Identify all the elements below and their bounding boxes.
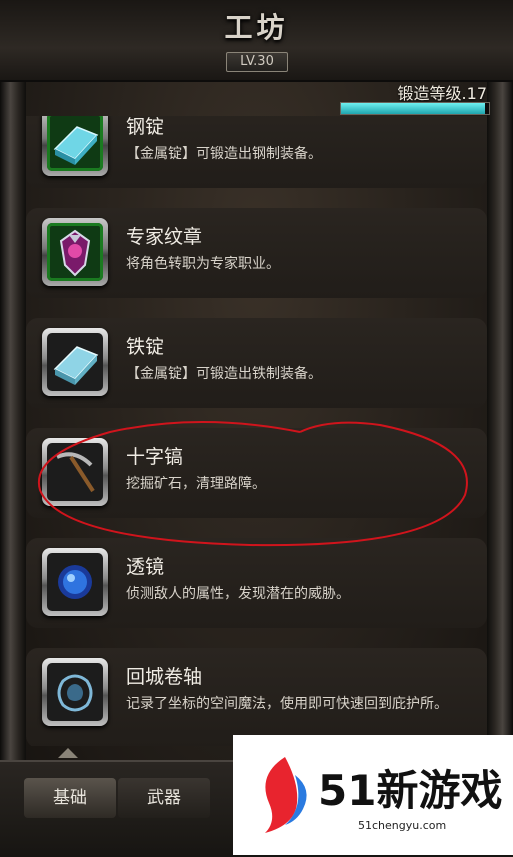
item-name: 十字镐 <box>126 446 184 468</box>
watermark-domain: 51chengyu.com <box>358 819 447 832</box>
item-icon-frame <box>42 218 108 286</box>
item-name: 回城卷轴 <box>126 666 203 688</box>
right-border-ornament <box>487 0 513 855</box>
item-list[interactable]: 钢锭 【金属锭】可锻造出钢制装备。 专家纹章 将角色转职为专家职业。 铁锭 【金… <box>26 116 487 746</box>
item-name: 专家纹章 <box>126 226 203 248</box>
item-desc: 挖掘矿石，清理路障。 <box>126 476 266 492</box>
forge-level-label: 锻造等级.17 <box>397 84 487 103</box>
iron-ingot-icon <box>53 346 99 385</box>
item-icon-frame <box>42 328 108 396</box>
pickaxe-icon <box>56 452 95 493</box>
tab-basic[interactable]: 基础 <box>24 778 116 818</box>
watermark-brand: 51新游戏 <box>318 766 503 815</box>
lens-icon <box>58 565 92 599</box>
forge-progress-bar <box>340 102 490 115</box>
item-icon-frame <box>42 116 108 176</box>
return-scroll-icon <box>57 674 93 712</box>
item-name: 铁锭 <box>126 336 165 358</box>
list-item[interactable]: 十字镐 挖掘矿石，清理路障。 <box>26 428 487 518</box>
item-desc: 侦测敌人的属性，发现潜在的威胁。 <box>126 586 350 602</box>
item-icon-frame <box>42 438 108 506</box>
page-title: 工坊 <box>224 11 289 44</box>
scroll-up-indicator <box>58 748 78 758</box>
forge-progress-fill <box>341 103 485 114</box>
item-icon-frame <box>42 548 108 616</box>
list-item[interactable]: 钢锭 【金属锭】可锻造出钢制装备。 <box>26 116 487 188</box>
tab-weapons[interactable]: 武器 <box>118 778 210 818</box>
item-desc: 【金属锭】可锻造出钢制装备。 <box>126 146 322 162</box>
list-item[interactable]: 专家纹章 将角色转职为专家职业。 <box>26 208 487 298</box>
list-item[interactable]: 铁锭 【金属锭】可锻造出铁制装备。 <box>26 318 487 408</box>
item-name: 钢锭 <box>126 116 165 138</box>
item-desc: 【金属锭】可锻造出铁制装备。 <box>126 366 322 382</box>
left-border-ornament <box>0 0 26 855</box>
item-name: 透镜 <box>126 556 165 578</box>
item-desc: 记录了坐标的空间魔法，使用即可快速回到庇护所。 <box>126 696 448 712</box>
level-badge: LV.30 <box>226 52 288 72</box>
steel-ingot-icon <box>53 126 99 165</box>
item-desc: 将角色转职为专家职业。 <box>126 256 280 272</box>
expert-emblem-icon <box>59 229 91 277</box>
watermark-logo-icon <box>265 757 307 833</box>
list-item[interactable]: 回城卷轴 记录了坐标的空间魔法，使用即可快速回到庇护所。 <box>26 648 487 746</box>
watermark-banner: 51新游戏 51chengyu.com <box>233 735 513 855</box>
item-icon-frame <box>42 658 108 726</box>
list-item[interactable]: 透镜 侦测敌人的属性，发现潜在的威胁。 <box>26 538 487 628</box>
